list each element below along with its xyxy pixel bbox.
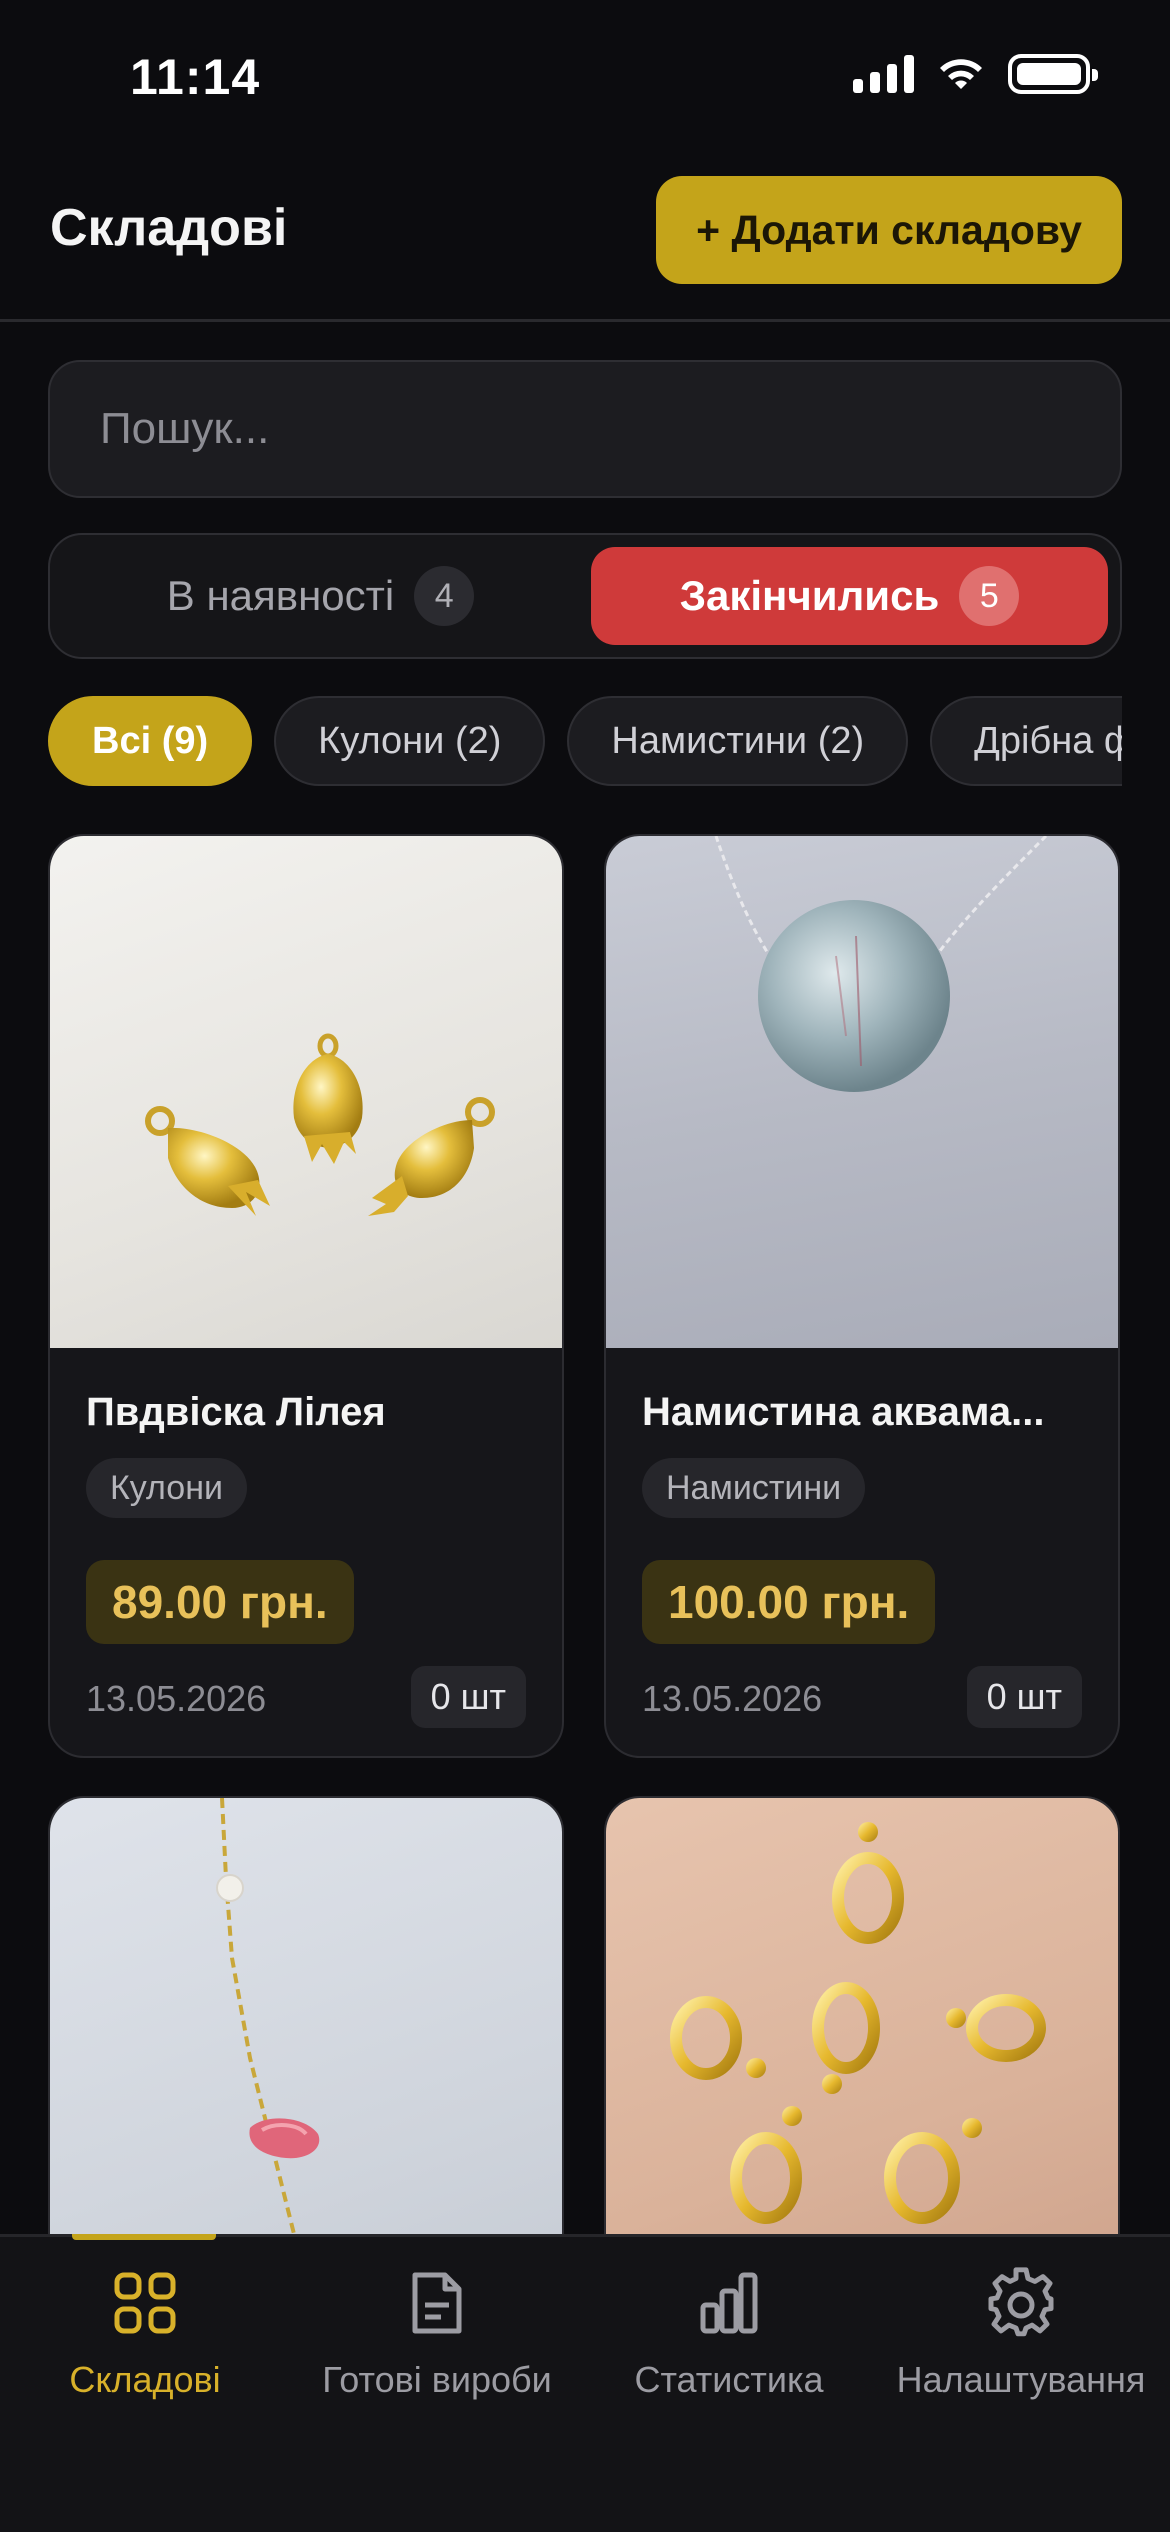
search-input[interactable]	[50, 362, 1120, 496]
tab-out-of-stock-label: Закінчились	[679, 572, 940, 619]
card-category-badge: Кулони	[86, 1458, 247, 1518]
card-category-badge: Намистини	[642, 1458, 866, 1518]
chip-pendants[interactable]: Кулони (2)	[274, 696, 546, 786]
tab-out-of-stock-count: 5	[959, 566, 1020, 626]
tab-in-stock-count: 4	[414, 566, 475, 626]
bar-chart-icon	[700, 2272, 758, 2334]
nav-item-finished-products[interactable]: Готові вироби	[292, 2267, 582, 2401]
card-title: Намистина аквама...	[642, 1390, 1045, 1434]
battery-icon	[1008, 54, 1098, 94]
add-component-button[interactable]: + Додати складову	[656, 176, 1122, 284]
header: Складові + Додати складову	[0, 150, 1170, 322]
card-title: Пвдвіска Лілея	[86, 1390, 386, 1434]
page-title: Складові	[50, 199, 288, 257]
grid-icon	[114, 2272, 176, 2334]
wifi-icon	[940, 59, 982, 89]
tab-out-of-stock[interactable]: Закінчились 5	[591, 547, 1108, 645]
nav-label-components: Складові	[69, 2359, 221, 2400]
card-quantity: 0 шт	[410, 1666, 526, 1728]
card-body: Пвдвіска Лілея Кулони 89.00 грн. 13.05.2…	[50, 1348, 562, 1756]
product-image	[606, 836, 1118, 1348]
card-date: 13.05.2026	[642, 1678, 823, 1719]
component-card[interactable]: Намистина аквама... Намистини 100.00 грн…	[604, 834, 1120, 1758]
nav-item-statistics[interactable]: Статистика	[584, 2267, 874, 2401]
chip-all[interactable]: Всі (9)	[48, 696, 253, 786]
component-card[interactable]: Пвдвіска Лілея Кулони 89.00 грн. 13.05.2…	[48, 834, 564, 1758]
chip-small-findings[interactable]: Дрібна ф	[930, 696, 1122, 786]
document-icon	[412, 2272, 462, 2334]
bottom-navigation: Складові Готові вироби Статистика Налашт…	[0, 2234, 1170, 2532]
card-quantity: 0 шт	[966, 1666, 1082, 1728]
nav-label-statistics: Статистика	[634, 2359, 824, 2400]
tab-in-stock[interactable]: В наявності 4	[62, 547, 579, 645]
chip-beads[interactable]: Намистини (2)	[567, 696, 909, 786]
card-price: 89.00 грн.	[86, 1560, 354, 1644]
stock-segment-control: В наявності 4 Закінчились 5	[48, 533, 1122, 659]
status-time: 11:14	[130, 49, 261, 105]
gear-icon	[988, 2267, 1054, 2337]
search-field[interactable]	[48, 360, 1122, 498]
category-chips: Всі (9) Кулони (2) Намистини (2) Дрібна ф	[48, 696, 1122, 786]
active-tab-indicator	[72, 2234, 216, 2240]
cellular-signal-icon	[853, 55, 914, 93]
gold-pendant-image	[145, 1033, 495, 1216]
tab-in-stock-label: В наявності	[166, 572, 395, 619]
status-bar: 11:14	[0, 0, 1170, 150]
card-price: 100.00 грн.	[642, 1560, 936, 1644]
product-image	[50, 836, 562, 1348]
nav-item-settings[interactable]: Налаштування	[876, 2267, 1166, 2401]
nav-label-settings: Налаштування	[896, 2359, 1146, 2400]
nav-label-finished-products: Готові вироби	[322, 2359, 552, 2400]
card-date: 13.05.2026	[86, 1678, 267, 1719]
aquamarine-bead-image	[714, 836, 1048, 1092]
card-body: Намистина аквама... Намистини 100.00 грн…	[606, 1348, 1118, 1756]
status-icons	[853, 54, 1098, 94]
nav-item-components[interactable]: Складові	[0, 2267, 290, 2401]
